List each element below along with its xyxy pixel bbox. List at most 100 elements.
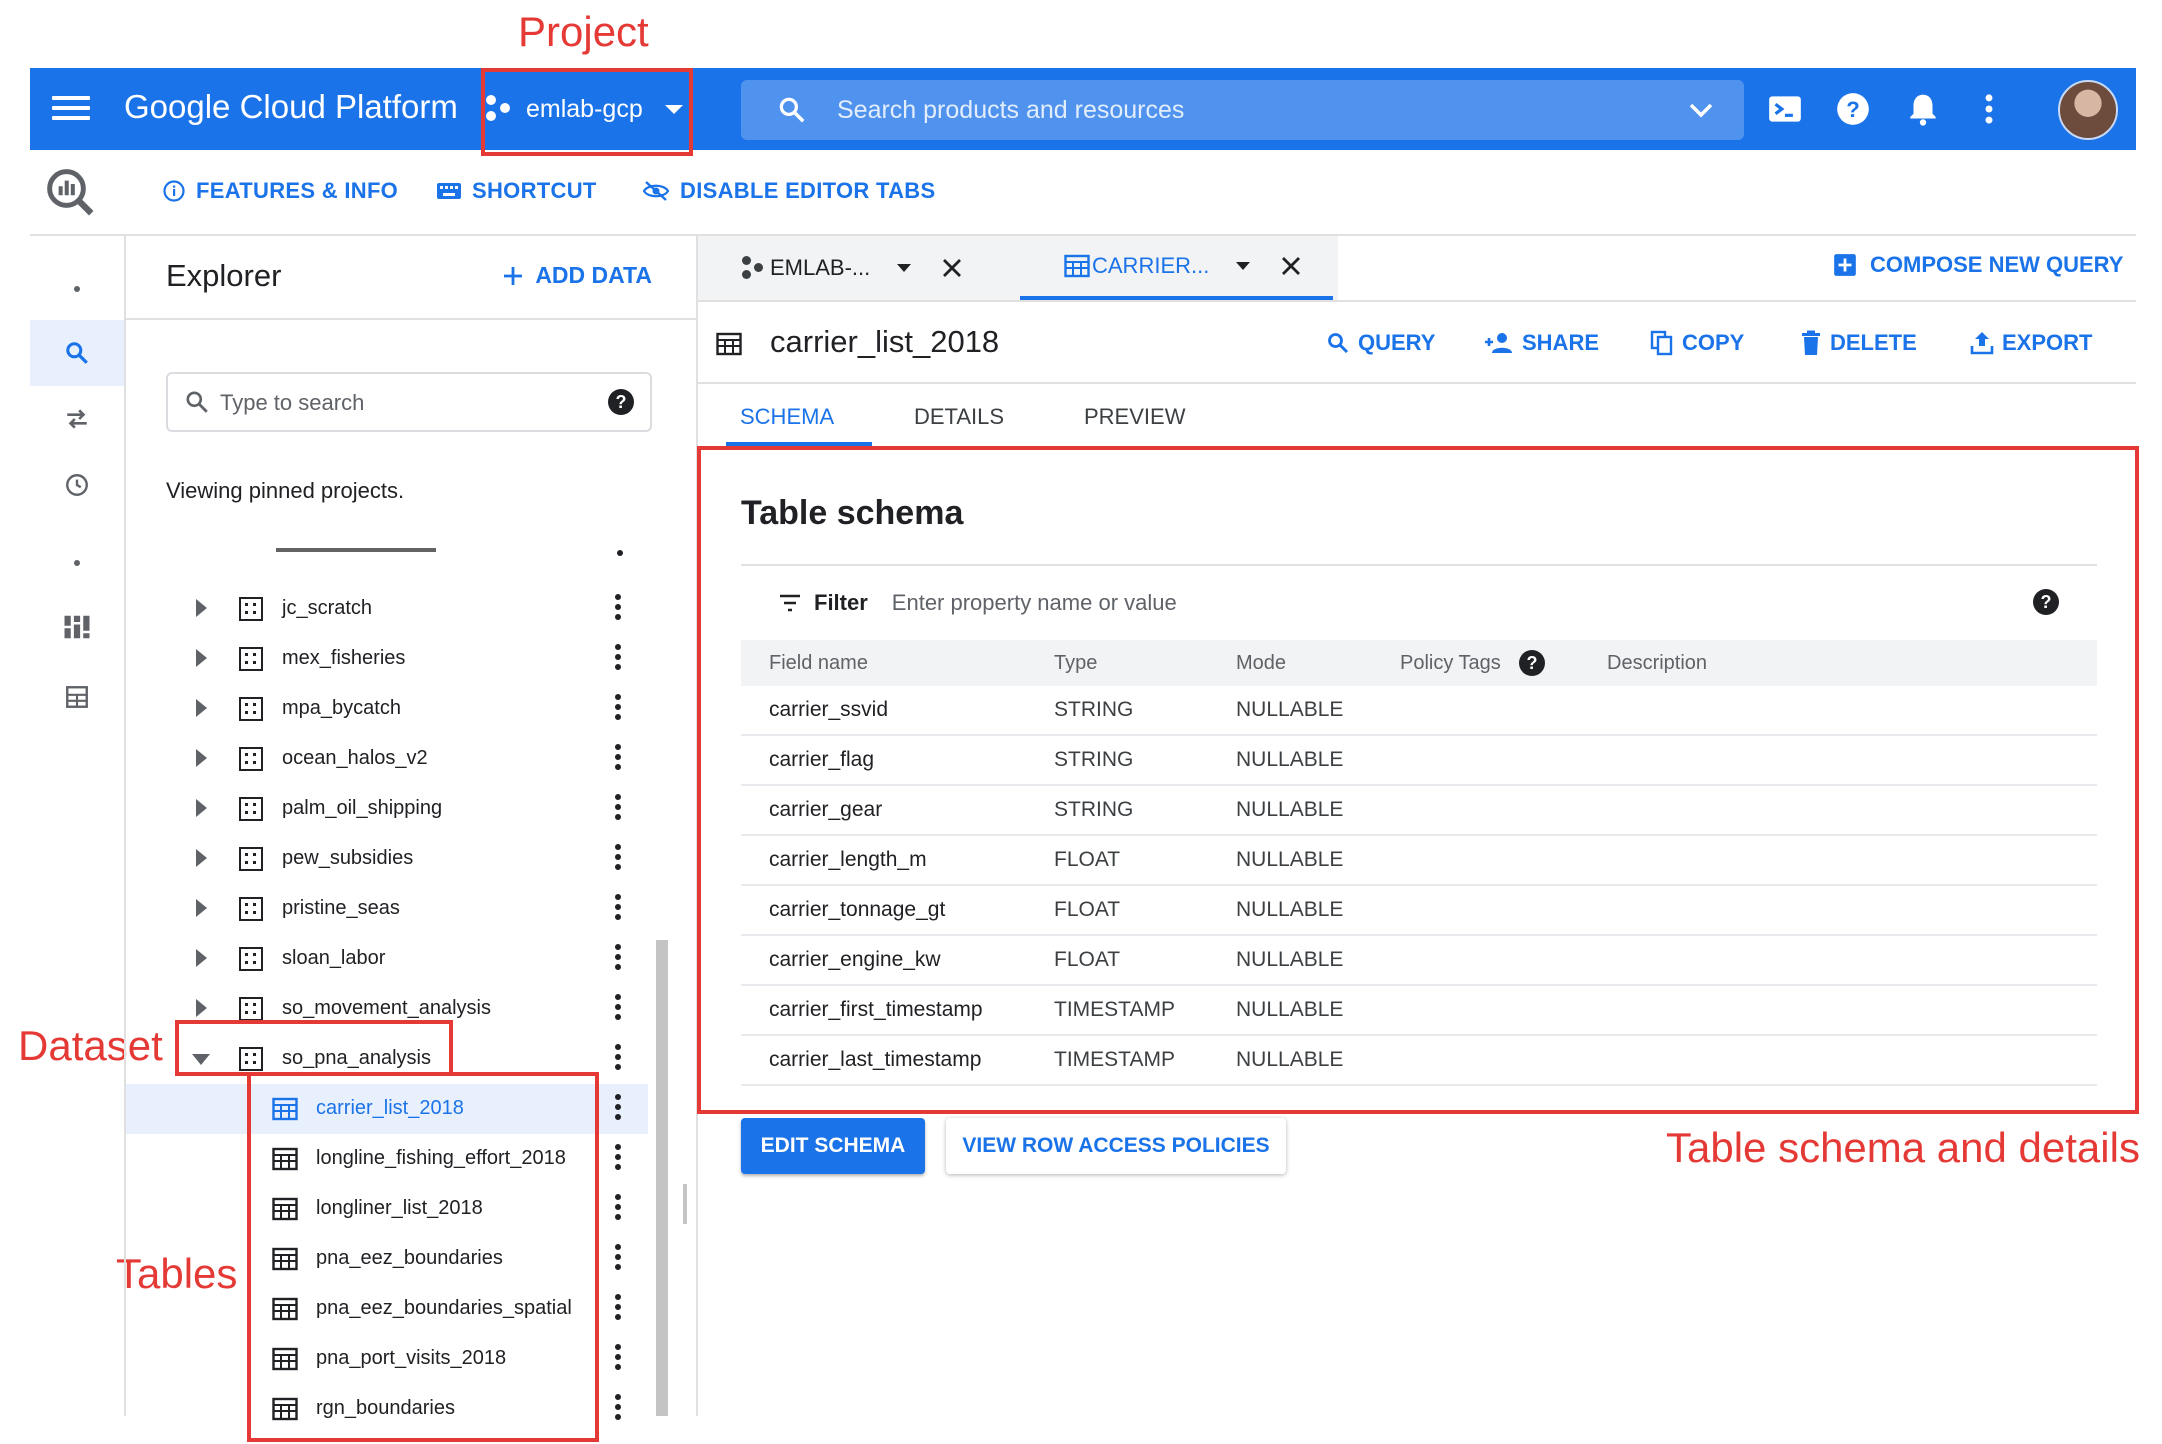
delete-button[interactable]: DELETE xyxy=(1800,330,1917,356)
tree-row-dataset[interactable]: mpa_bycatch xyxy=(126,684,648,734)
help-icon[interactable]: ? xyxy=(1519,650,1545,676)
add-data-button[interactable]: ADD DATA xyxy=(501,262,652,289)
table-label: carrier_list_2018 xyxy=(316,1097,464,1119)
active-tab-indicator xyxy=(726,442,872,446)
expand-less-icon[interactable] xyxy=(192,1054,210,1065)
tab-schema[interactable]: SCHEMA xyxy=(740,404,834,430)
rail-reports-item[interactable] xyxy=(30,664,124,730)
tree-row-dataset[interactable]: jc_scratch xyxy=(126,584,648,634)
copy-button[interactable]: COPY xyxy=(1650,330,1744,356)
avatar[interactable] xyxy=(2058,80,2118,140)
notifications-icon[interactable] xyxy=(1904,90,1942,128)
panel-resize-handle[interactable] xyxy=(683,1184,687,1224)
brand-title[interactable]: Google Cloud Platform xyxy=(124,88,458,126)
explorer-search-input[interactable]: Type to search ? xyxy=(166,372,652,432)
expand-more-icon[interactable] xyxy=(196,699,207,717)
rail-dashboard-item[interactable] xyxy=(30,594,124,660)
more-vert-icon[interactable] xyxy=(615,1394,621,1424)
tab-preview[interactable]: PREVIEW xyxy=(1084,404,1185,430)
more-vert-icon[interactable] xyxy=(615,1044,621,1074)
rail-transfers-item[interactable] xyxy=(30,386,124,452)
project-selector[interactable]: emlab-gcp xyxy=(486,88,685,130)
query-tab-table[interactable]: CARRIER... xyxy=(1020,236,1334,300)
field-mode: NULLABLE xyxy=(1236,948,1344,971)
dataset-icon xyxy=(239,597,263,621)
tree-row-table[interactable]: carrier_list_2018 xyxy=(126,1084,648,1134)
tree-row-dataset[interactable]: sloan_labor xyxy=(126,934,648,984)
more-vert-icon[interactable] xyxy=(615,594,621,624)
expand-more-icon[interactable] xyxy=(196,999,207,1017)
tree-row-table[interactable]: rgn_boundaries xyxy=(126,1384,648,1434)
more-vert-icon[interactable] xyxy=(615,844,621,874)
global-search[interactable]: Search products and resources xyxy=(741,80,1744,140)
more-vert-icon[interactable] xyxy=(615,1294,621,1324)
expand-more-icon[interactable] xyxy=(196,899,207,917)
expand-more-icon[interactable] xyxy=(196,649,207,667)
close-icon[interactable] xyxy=(1279,254,1303,278)
disable-editor-tabs-button[interactable]: DISABLE EDITOR TABS xyxy=(642,178,935,204)
tree-row-dataset[interactable]: ocean_halos_v2 xyxy=(126,734,648,784)
tree-row-dataset[interactable]: palm_oil_shipping xyxy=(126,784,648,834)
export-icon xyxy=(1970,332,1994,355)
tree-row-dataset[interactable]: pristine_seas xyxy=(126,884,648,934)
expand-more-icon[interactable] xyxy=(196,849,207,867)
features-info-button[interactable]: FEATURES & INFO xyxy=(162,178,398,204)
caret-down-icon[interactable] xyxy=(896,263,912,273)
more-vert-icon[interactable] xyxy=(615,894,621,924)
expand-more-icon[interactable] xyxy=(196,949,207,967)
tree-row-table[interactable]: pna_eez_boundaries xyxy=(126,1234,648,1284)
explorer-scrollbar[interactable] xyxy=(656,940,668,1416)
query-tab-project[interactable]: EMLAB-... xyxy=(742,236,964,300)
more-vert-icon[interactable] xyxy=(615,994,621,1024)
more-vert-icon[interactable] xyxy=(615,1244,621,1274)
tree-row-table[interactable]: longline_fishing_effort_2018 xyxy=(126,1134,648,1184)
more-vert-icon[interactable] xyxy=(1970,90,2008,128)
dataset-label: pew_subsidies xyxy=(282,847,414,869)
rail-search-item[interactable] xyxy=(30,320,124,386)
tree-row-table[interactable]: pna_port_visits_2018 xyxy=(126,1334,648,1384)
tree-row-table[interactable]: pna_eez_boundaries_spatial xyxy=(126,1284,648,1334)
help-icon[interactable]: ? xyxy=(1834,90,1872,128)
left-rail xyxy=(30,236,126,1416)
view-row-access-policies-button[interactable]: VIEW ROW ACCESS POLICIES xyxy=(946,1118,1286,1174)
close-icon[interactable] xyxy=(940,256,964,280)
tab-details[interactable]: DETAILS xyxy=(914,404,1004,430)
shortcut-button[interactable]: SHORTCUT xyxy=(436,178,597,204)
tree-row-dataset[interactable]: mex_fisheries xyxy=(126,634,648,684)
share-button[interactable]: SHARE xyxy=(1484,330,1599,356)
tree-row-dataset[interactable]: pew_subsidies xyxy=(126,834,648,884)
more-vert-icon[interactable] xyxy=(615,1344,621,1374)
expand-more-icon[interactable] xyxy=(196,749,207,767)
more-vert-icon[interactable] xyxy=(615,1094,621,1124)
more-vert-icon[interactable] xyxy=(615,744,621,774)
compose-new-query-button[interactable]: COMPOSE NEW QUERY xyxy=(1832,252,2123,278)
chevron-down-icon[interactable] xyxy=(1686,95,1716,125)
query-button[interactable]: QUERY xyxy=(1326,330,1435,356)
rail-history-item[interactable] xyxy=(30,452,124,518)
more-vert-icon[interactable] xyxy=(615,944,621,974)
export-button[interactable]: EXPORT xyxy=(1970,330,2092,356)
more-vert-icon[interactable] xyxy=(615,644,621,674)
more-vert-icon[interactable] xyxy=(615,794,621,824)
schema-filter[interactable]: Filter Enter property name or value xyxy=(778,590,1177,616)
tree-row-dataset[interactable]: so_movement_analysis xyxy=(126,984,648,1034)
help-icon[interactable]: ? xyxy=(2033,589,2059,615)
more-vert-icon[interactable] xyxy=(615,1144,621,1174)
help-icon[interactable]: ? xyxy=(608,389,634,415)
more-vert-icon[interactable] xyxy=(615,694,621,724)
expand-more-icon[interactable] xyxy=(196,599,207,617)
table-label: pna_eez_boundaries_spatial xyxy=(316,1297,572,1319)
more-vert-icon[interactable] xyxy=(615,1194,621,1224)
caret-down-icon[interactable] xyxy=(1235,261,1251,271)
filter-icon xyxy=(780,594,800,612)
dataset-icon xyxy=(239,747,263,771)
tree-row-table[interactable]: longliner_list_2018 xyxy=(126,1184,648,1234)
menu-icon[interactable] xyxy=(52,90,90,128)
schema-row: carrier_first_timestamp TIMESTAMP NULLABLE xyxy=(741,986,2097,1036)
field-name: carrier_first_timestamp xyxy=(769,998,983,1021)
field-mode: NULLABLE xyxy=(1236,898,1344,921)
tree-row-dataset[interactable]: so_pna_analysis xyxy=(126,1034,648,1084)
cloud-shell-icon[interactable] xyxy=(1766,90,1804,128)
expand-more-icon[interactable] xyxy=(196,799,207,817)
edit-schema-button[interactable]: EDIT SCHEMA xyxy=(741,1118,925,1174)
